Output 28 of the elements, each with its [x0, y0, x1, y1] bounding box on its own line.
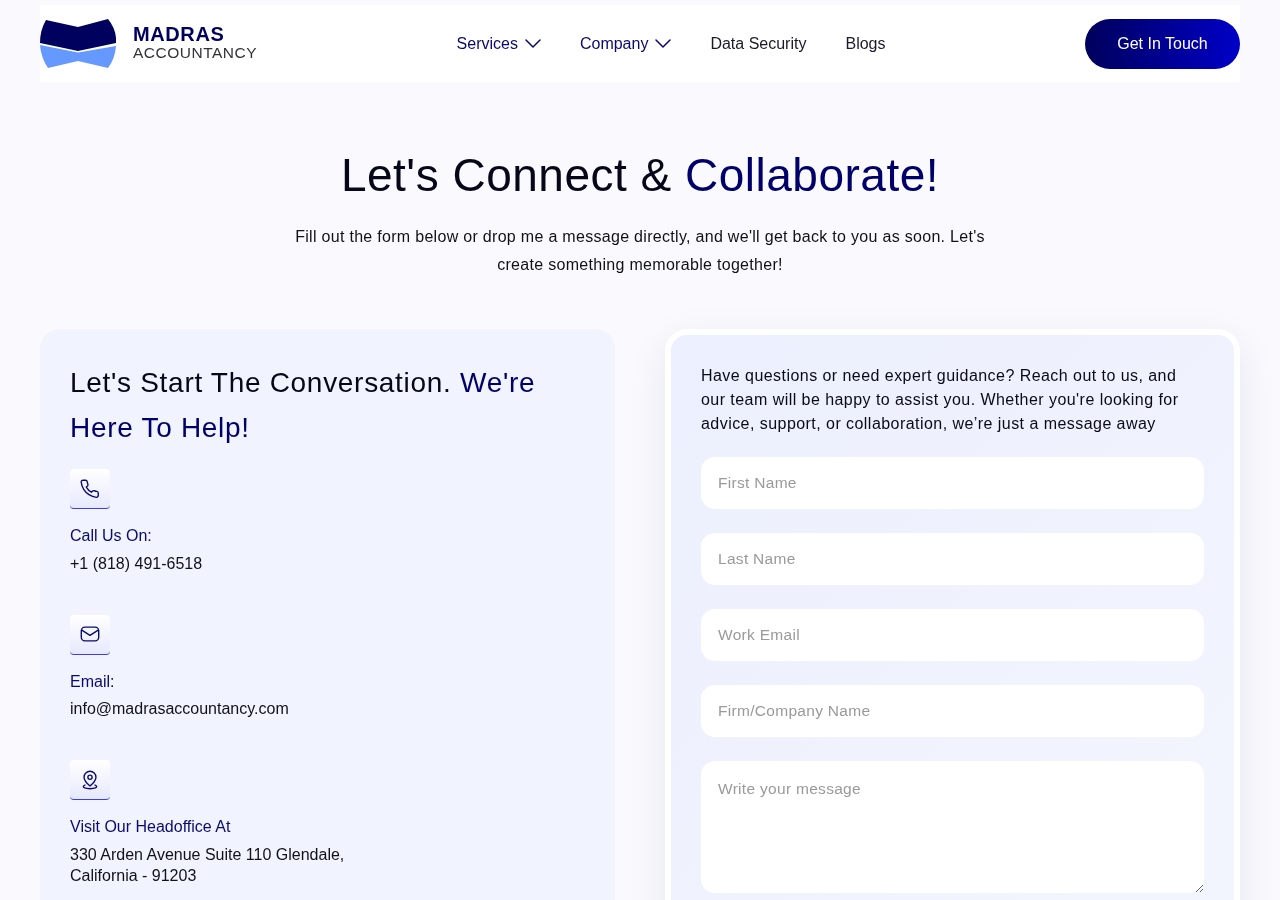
- input-field[interactable]: Work Email: [701, 609, 1204, 661]
- input-field[interactable]: Last Name: [701, 533, 1204, 585]
- form-intro: Have questions or need expert guidance? Reach out to us, and our team will be happy to assist you. Whether you're looking for advice, support, or collaboration, we’re just a message away: [701, 366, 1180, 434]
- nav-link[interactable]: Blogs: [845, 34, 886, 53]
- chevron-down-icon: [524, 39, 541, 48]
- contact-label: Visit Our Headoffice At: [70, 817, 231, 837]
- nav-link[interactable]: Company: [579, 34, 672, 53]
- phone-icon: [70, 469, 110, 509]
- contact-label: Call Us On:: [70, 526, 152, 546]
- nav-link[interactable]: Services: [456, 34, 541, 53]
- chevron-down-icon: [655, 39, 672, 48]
- get-in-touch-button[interactable]: Get In Touch: [1085, 18, 1240, 69]
- logo-icon: [40, 18, 116, 69]
- nav-link[interactable]: Data Security: [710, 34, 807, 53]
- contact-label: Email:: [70, 671, 115, 692]
- location-pin-icon: [70, 760, 110, 800]
- page-subtitle: Fill out the form below or drop me a message directly, and we'll get back to you as soon. Let's create something memorable together!: [294, 227, 986, 275]
- contact-value: 330 Arden Avenue Suite 110 Glendale, California - 91203: [70, 844, 346, 886]
- page-title: Let's Connect & Collaborate!: [339, 148, 941, 203]
- envelope-icon: [70, 614, 110, 655]
- message-field[interactable]: Write your message: [701, 761, 1204, 893]
- contact-value: info@madrasaccountancy.com: [70, 699, 289, 719]
- input-field[interactable]: Firm/Company Name: [701, 685, 1204, 737]
- brand-tagline: ACCOUNTANCY: [133, 44, 258, 62]
- brand-name: MADRAS: [133, 25, 225, 44]
- contact-heading: Let's Start The Conversation. We're Here To Help!: [70, 366, 537, 445]
- contact-value: +1 (818) 491-6518: [70, 553, 203, 574]
- input-field[interactable]: First Name: [701, 457, 1204, 509]
